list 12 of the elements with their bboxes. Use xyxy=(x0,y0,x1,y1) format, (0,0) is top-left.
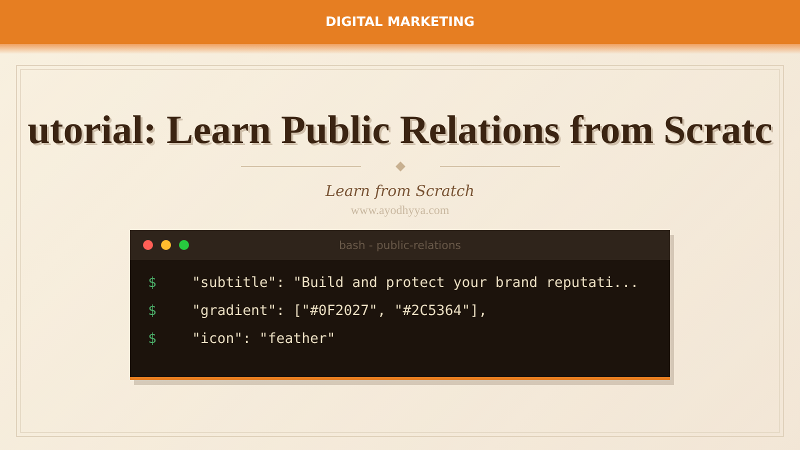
prompt-symbol: $ xyxy=(148,274,158,293)
code-line: "subtitle": "Build and protect your brand reputati... xyxy=(192,274,639,293)
window-controls-icon xyxy=(143,240,189,250)
website-url: www.ayodhyya.com xyxy=(350,203,450,218)
subtitle: Learn from Scratch xyxy=(325,182,474,200)
prompt-symbol: $ xyxy=(148,330,158,349)
code-line: "icon": "feather" xyxy=(192,330,336,349)
category-label: DIGITAL MARKETING xyxy=(325,14,475,30)
code-line: "gradient": ["#0F2027", "#2C5364"], xyxy=(192,302,488,321)
prompt-symbol: $ xyxy=(148,302,158,321)
terminal-title: bash - public-relations xyxy=(338,238,462,252)
tutorial-title: utorial: Learn Public Relations from Scratc xyxy=(28,107,772,153)
